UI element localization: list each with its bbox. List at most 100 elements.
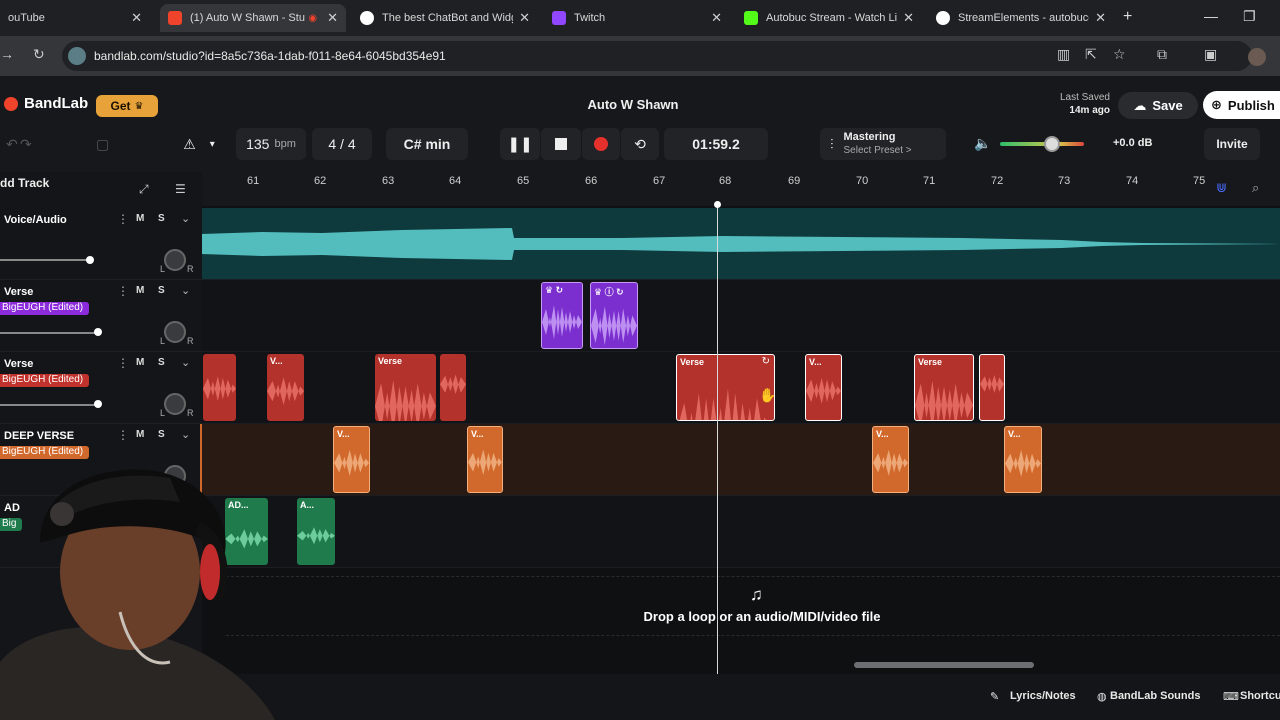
browser-tab[interactable]: Autobuc Stream - Watch Li ✕ [736, 4, 922, 32]
volume-knob[interactable] [86, 256, 94, 264]
close-icon[interactable]: ✕ [1095, 10, 1106, 26]
pause-button[interactable]: ❚❚ [500, 128, 540, 160]
loop-icon[interactable]: ↻ [762, 356, 770, 367]
lyrics-notes-button[interactable]: Lyrics/Notes [1010, 690, 1076, 702]
audio-clip[interactable]: V... [1004, 426, 1042, 493]
bandlab-logo[interactable]: BandLab [4, 95, 88, 112]
reading-mode-icon[interactable]: ▥ [1057, 46, 1070, 63]
minimize-icon[interactable]: — [1204, 8, 1218, 24]
sidebar-icon[interactable]: ▣ [1204, 46, 1217, 63]
browser-tab[interactable]: StreamElements - autobucc ✕ [928, 4, 1114, 32]
solo-button[interactable]: S [158, 285, 165, 296]
cast-icon[interactable]: ⇱ [1085, 46, 1097, 63]
save-button[interactable]: ☁ Save [1118, 92, 1198, 119]
track-header[interactable]: Verse BigEUGH (Edited) ⋮ M S ⌄ L R [0, 280, 202, 352]
track-name[interactable]: DEEP VERSE [4, 430, 74, 442]
audio-clip[interactable]: Verse [914, 354, 974, 421]
site-info-icon[interactable] [68, 47, 86, 65]
close-icon[interactable]: ✕ [903, 10, 914, 26]
track-lane-verse-1[interactable] [202, 280, 1280, 352]
close-icon[interactable]: ✕ [519, 10, 530, 26]
restore-icon[interactable]: ❐ [1243, 8, 1256, 25]
track-menu-icon[interactable]: ⋮ [117, 284, 129, 298]
track-name[interactable]: Verse [4, 286, 33, 298]
chevron-down-icon[interactable]: ⌄ [181, 284, 190, 297]
reload-icon[interactable]: ↻ [33, 46, 45, 63]
track-lane-voice[interactable] [202, 208, 1280, 280]
horizontal-scrollbar[interactable] [854, 662, 1034, 668]
record-button[interactable] [582, 128, 620, 160]
solo-button[interactable]: S [158, 213, 165, 224]
time-signature-field[interactable]: 4 / 4 [312, 128, 372, 160]
track-lane-ad[interactable] [202, 496, 1280, 568]
audio-clip-selected[interactable]: Verse ↻ ✋ [676, 354, 775, 421]
audio-clip[interactable]: ♛ ↻ [541, 282, 583, 349]
track-header[interactable]: Voice/Audio ⋮ M S ⌄ L R [0, 208, 202, 280]
get-membership-button[interactable]: Get ♛ [96, 95, 158, 117]
mute-button[interactable]: M [136, 357, 144, 368]
audio-clip[interactable] [979, 354, 1005, 421]
audio-clip[interactable]: Verse [375, 354, 436, 421]
browser-tab[interactable]: ouTube ✕ [0, 4, 150, 32]
solo-button[interactable]: S [158, 357, 165, 368]
audio-clip[interactable]: A... [297, 498, 335, 565]
speaker-mute-icon[interactable]: 🔈 [974, 135, 991, 152]
magnet-snap-icon[interactable]: ⋓ [1216, 180, 1227, 196]
timeline-ruler[interactable]: 61 62 63 64 65 66 67 68 69 70 71 72 73 7… [202, 172, 1280, 206]
new-tab-button[interactable]: + [1123, 8, 1132, 26]
undo-icon[interactable]: ↶ [6, 136, 18, 153]
pan-knob[interactable] [164, 249, 186, 271]
bpm-field[interactable]: 135 bpm [236, 128, 306, 160]
metronome-button[interactable]: ⚠ ▾ [166, 128, 232, 160]
master-volume-knob[interactable] [1044, 136, 1061, 152]
zoom-icon[interactable]: ⌕ [1252, 180, 1259, 196]
browser-tab-active[interactable]: (1) Auto W Shawn - Stu ◉ ✕ [160, 4, 346, 32]
audio-clip[interactable] [440, 354, 466, 421]
playhead[interactable] [717, 204, 718, 674]
track-effect-badge[interactable]: BigEUGH (Edited) [0, 374, 90, 387]
browser-tab[interactable]: Twitch ✕ [544, 4, 730, 32]
redo-icon[interactable]: ↷ [20, 136, 32, 153]
track-menu-icon[interactable]: ⋮ [117, 212, 129, 226]
volume-slider[interactable] [0, 259, 90, 261]
chevron-down-icon[interactable]: ⌄ [181, 428, 190, 441]
add-track-button[interactable]: dd Track [0, 176, 49, 190]
track-menu-icon[interactable]: ⋮ [117, 356, 129, 370]
close-icon[interactable]: ✕ [131, 10, 142, 26]
audio-clip[interactable]: V... [805, 354, 842, 421]
track-effect-badge[interactable]: BigEUGH (Edited) [0, 446, 90, 459]
track-name[interactable]: Voice/Audio [4, 214, 67, 226]
bandlab-sounds-button[interactable]: BandLab Sounds [1110, 690, 1200, 702]
audio-clip[interactable]: ♛ ⓘ ↻ [590, 282, 638, 349]
audio-clip[interactable]: V... [267, 354, 304, 421]
track-name[interactable]: Verse [4, 358, 33, 370]
volume-knob[interactable] [94, 400, 102, 408]
audio-clip[interactable] [203, 354, 236, 421]
bookmark-star-icon[interactable]: ☆ [1113, 46, 1126, 63]
mute-button[interactable]: M [136, 285, 144, 296]
track-effect-badge[interactable]: BigEUGH (Edited) [0, 302, 90, 315]
key-field[interactable]: C# min [386, 128, 468, 160]
publish-button[interactable]: ⊕ Publish [1203, 91, 1280, 119]
solo-button[interactable]: S [158, 429, 165, 440]
loop-button[interactable]: ⟲ [621, 128, 659, 160]
shortcuts-button[interactable]: Shortcu [1240, 690, 1280, 702]
pan-knob[interactable] [164, 321, 186, 343]
chevron-down-icon[interactable]: ⌄ [181, 212, 190, 225]
audio-clip[interactable]: V... [333, 426, 370, 493]
profile-avatar[interactable] [1248, 48, 1266, 66]
forward-icon[interactable]: → [0, 46, 14, 62]
mute-button[interactable]: M [136, 213, 144, 224]
url-field[interactable]: bandlab.com/studio?id=8a5c736a-1dab-f011… [62, 41, 1252, 71]
close-icon[interactable]: ✕ [711, 10, 722, 26]
close-icon[interactable]: ✕ [327, 10, 338, 26]
audio-clip[interactable]: V... [467, 426, 503, 493]
track-header[interactable]: Verse BigEUGH (Edited) ⋮ M S ⌄ L R [0, 352, 202, 424]
playhead-handle[interactable] [714, 201, 721, 208]
mute-button[interactable]: M [136, 429, 144, 440]
automation-icon[interactable]: ⤢ [139, 182, 149, 197]
chevron-down-icon[interactable]: ▾ [210, 139, 215, 150]
invite-button[interactable]: Invite [1204, 128, 1260, 160]
volume-slider[interactable] [0, 404, 100, 406]
mastering-button[interactable]: ⫶ Mastering Select Preset > [820, 128, 946, 160]
